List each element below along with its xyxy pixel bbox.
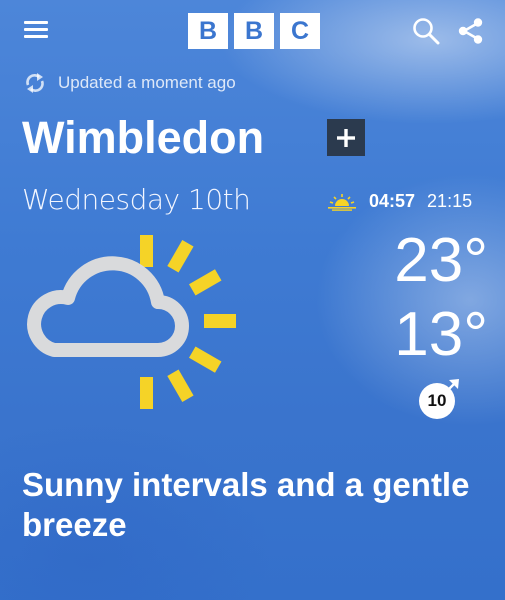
add-location-button[interactable] xyxy=(327,119,365,156)
logo-letter: B xyxy=(234,13,274,49)
high-temperature: 23° xyxy=(394,226,488,295)
sunrise-time: 04:57 xyxy=(369,191,416,211)
update-status: Updated a moment ago xyxy=(24,72,236,94)
share-icon[interactable] xyxy=(457,17,485,45)
refresh-icon[interactable] xyxy=(24,72,46,94)
bbc-logo[interactable]: B B C xyxy=(188,13,320,49)
search-icon[interactable] xyxy=(412,17,440,45)
plus-icon xyxy=(337,128,355,147)
sunrise-icon xyxy=(328,193,356,211)
sunset-time: 21:15 xyxy=(427,191,473,211)
logo-letter: B xyxy=(188,13,228,49)
forecast-day: Wednesday 10th xyxy=(22,183,251,216)
weather-summary: Sunny intervals and a gentle breeze xyxy=(22,466,470,543)
sunny-intervals-icon xyxy=(27,235,236,409)
updated-text: Updated a moment ago xyxy=(58,73,236,92)
location-title: Wimbledon xyxy=(22,112,265,163)
low-temperature: 13° xyxy=(394,300,488,369)
wind-direction-arrow-icon xyxy=(443,379,459,395)
menu-icon[interactable] xyxy=(24,19,50,41)
logo-letter: C xyxy=(280,13,320,49)
sunrise-sunset: 04:57 21:15 xyxy=(327,191,472,212)
